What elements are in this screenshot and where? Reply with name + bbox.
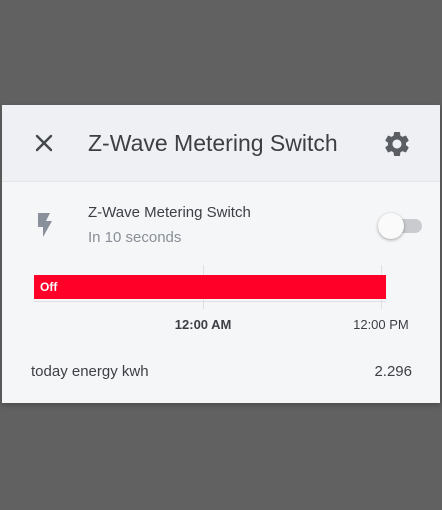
timeline-axis [34, 301, 386, 302]
timeline-tick-label: 12:00 AM [174, 317, 232, 332]
dialog-header: Z-Wave Metering Switch [2, 105, 440, 182]
close-icon [35, 134, 53, 152]
close-button[interactable] [28, 127, 60, 159]
timeline-tick-label: 12:00 PM [353, 317, 409, 332]
entity-secondary-info: In 10 seconds [88, 229, 182, 246]
timeline-segment-label: Off [40, 280, 58, 294]
attribute-value: 2.296 [374, 363, 412, 380]
entity-toggle[interactable] [378, 213, 424, 239]
attribute-name: today energy kwh [31, 363, 149, 380]
gear-icon [385, 132, 409, 156]
dialog-title: Z-Wave Metering Switch [88, 130, 338, 156]
toggle-knob [378, 213, 404, 239]
entity-state-icon [34, 211, 56, 239]
more-info-dialog: Z-Wave Metering Switch Z-Wave Metering S… [2, 105, 440, 403]
history-timeline: Off 12:00 AM 12:00 PM [34, 265, 414, 335]
flash-icon [38, 213, 52, 237]
settings-button[interactable] [382, 129, 412, 159]
timeline-segment-off[interactable]: Off [34, 275, 386, 299]
entity-name: Z-Wave Metering Switch [88, 204, 251, 221]
